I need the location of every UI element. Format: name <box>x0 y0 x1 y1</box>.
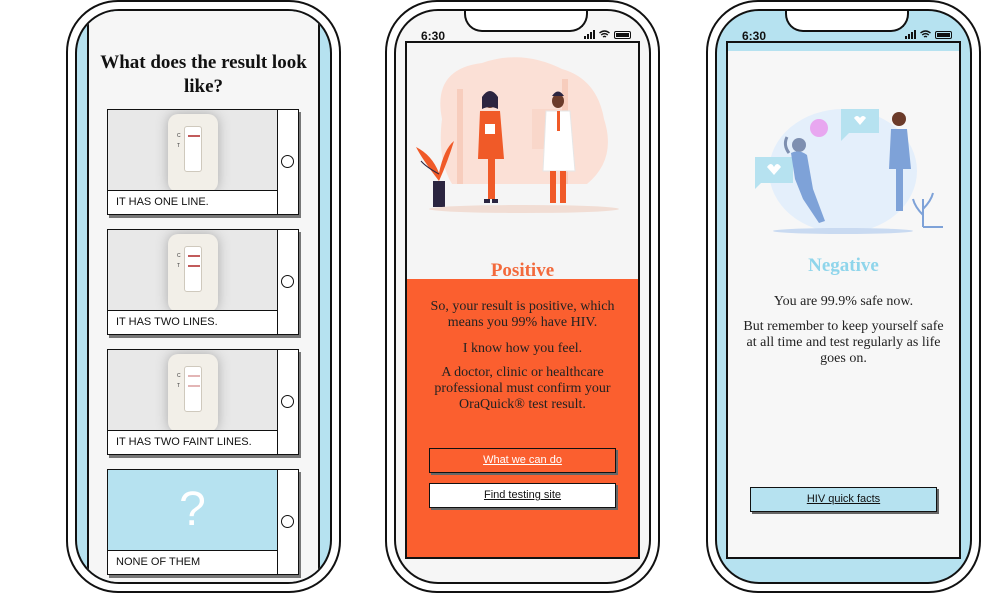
status-time: 6:30 <box>421 29 446 43</box>
radio-button[interactable] <box>281 515 294 528</box>
option-two-lines[interactable]: C T IT HAS TWO LINES. <box>107 229 299 335</box>
chat-illustration <box>755 109 943 234</box>
phone-positive: 6:30 Positive So, your result is positiv… <box>385 0 660 593</box>
battery-icon <box>614 30 631 39</box>
test-photo: C T <box>108 350 278 430</box>
option-label: IT HAS TWO LINES. <box>108 310 278 334</box>
radio-button[interactable] <box>281 275 294 288</box>
wifi-icon <box>920 30 931 38</box>
radio-button[interactable] <box>281 395 294 408</box>
result-paragraph: So, your result is positive, which means… <box>430 299 615 330</box>
option-none[interactable]: ? NONE OF THEM <box>107 469 299 575</box>
signal-icon <box>905 30 916 39</box>
hiv-quick-facts-button[interactable]: HIV quick facts <box>750 487 937 512</box>
result-paragraph: You are 99.9% safe now. <box>773 294 914 309</box>
status-icons <box>905 30 952 39</box>
signal-icon <box>584 30 595 39</box>
test-photo: C T <box>108 230 278 310</box>
option-label: IT HAS ONE LINE. <box>108 190 278 214</box>
phone-bezel: 6:30 <box>394 9 651 584</box>
result-paragraph: But remember to keep yourself safe at al… <box>743 319 944 366</box>
phone-result-picker: What does the result look like? C T IT H… <box>66 0 341 593</box>
status-icons <box>584 30 631 39</box>
what-we-can-do-button[interactable]: What we can do <box>429 448 616 473</box>
phone-negative: 6:30 Negative You are 99.9% safe now. Bu… <box>706 0 981 593</box>
doctors-illustration <box>416 57 619 213</box>
result-title: Negative <box>808 255 879 276</box>
battery-icon <box>935 30 952 39</box>
phone-bezel: 6:30 <box>715 9 972 584</box>
page-title: What does the result look like? <box>100 52 307 97</box>
result-paragraph: A doctor, clinic or healthcare professio… <box>434 365 611 412</box>
result-paragraph: I know how you feel. <box>462 341 583 356</box>
radio-button[interactable] <box>281 155 294 168</box>
phone-notch <box>785 11 909 32</box>
negative-screen: Negative You are 99.9% safe now. But rem… <box>726 41 961 559</box>
question-icon: ? <box>108 470 278 550</box>
result-picker-screen[interactable]: What does the result look like? C T IT H… <box>87 11 320 582</box>
status-time: 6:30 <box>742 29 767 43</box>
option-two-faint-lines[interactable]: C T IT HAS TWO FAINT LINES. <box>107 349 299 455</box>
test-photo: C T <box>108 110 278 190</box>
positive-screen: Positive So, your result is positive, wh… <box>405 41 640 559</box>
wifi-icon <box>599 30 610 38</box>
phone-bezel: What does the result look like? C T IT H… <box>75 9 332 584</box>
option-label: IT HAS TWO FAINT LINES. <box>108 430 278 454</box>
find-testing-site-button[interactable]: Find testing site <box>429 483 616 508</box>
result-title: Positive <box>490 260 555 281</box>
phone-notch <box>464 11 588 32</box>
option-one-line[interactable]: C T IT HAS ONE LINE. <box>107 109 299 215</box>
option-label: NONE OF THEM <box>108 550 278 574</box>
